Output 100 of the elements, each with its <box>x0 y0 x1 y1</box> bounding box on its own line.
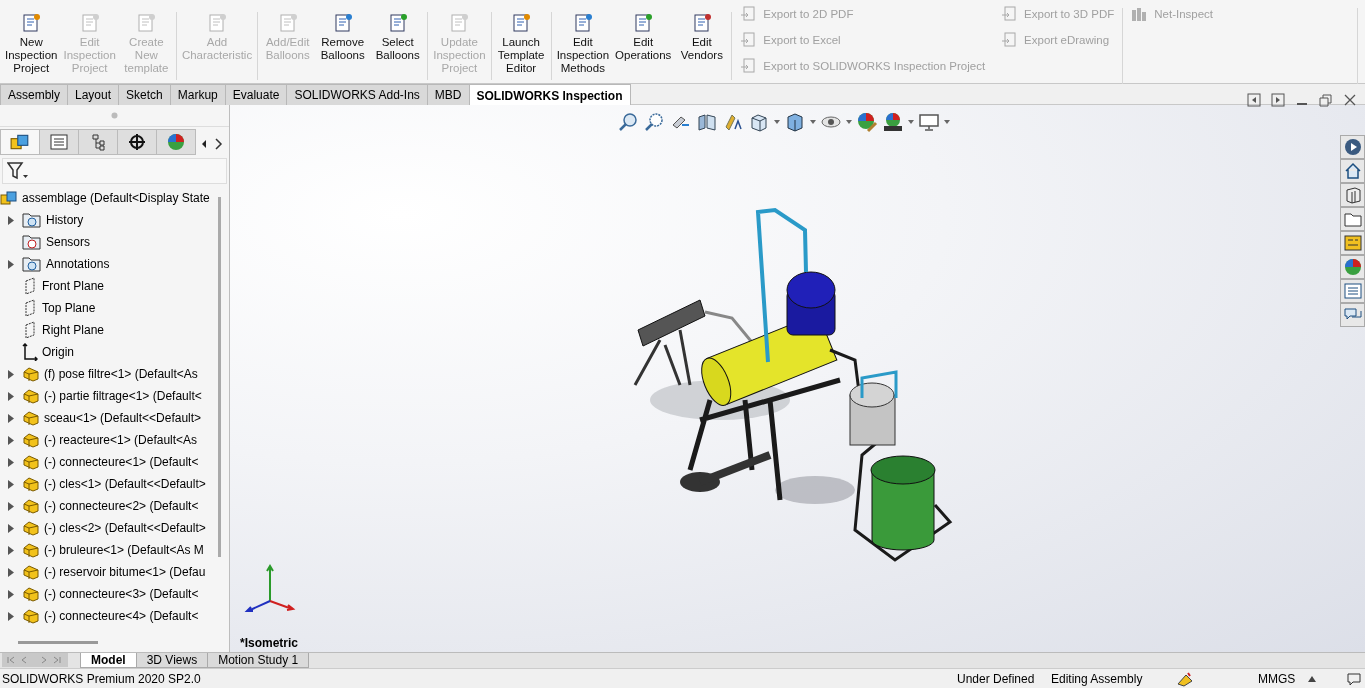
model-tab[interactable]: 3D Views <box>135 653 209 668</box>
list-icon <box>49 133 69 151</box>
manager-tab[interactable] <box>0 129 40 155</box>
caret-right-icon[interactable] <box>8 567 14 577</box>
tree-item[interactable]: (-) partie filtrage<1> (Default< <box>44 389 202 403</box>
view-palette-icon <box>1342 233 1363 253</box>
caret-right-icon[interactable] <box>8 391 14 401</box>
restore-icon[interactable] <box>1319 93 1333 107</box>
caret-right-icon[interactable] <box>8 523 14 533</box>
caret-right-icon[interactable] <box>8 479 14 489</box>
grip-icon[interactable] <box>111 112 118 119</box>
scrollbar-icon[interactable] <box>218 197 221 557</box>
caret-right-icon[interactable] <box>8 369 14 379</box>
ribbon-button[interactable]: Edit Operations <box>612 12 675 80</box>
ribbon-button[interactable]: Remove Balloons <box>315 12 371 80</box>
ribbon-button[interactable]: Launch Template Editor <box>493 12 549 80</box>
rebuild-icon[interactable] <box>1176 670 1194 687</box>
task-pane-button[interactable] <box>1340 303 1365 327</box>
plane-icon <box>22 277 38 295</box>
command-tab[interactable]: SOLIDWORKS Add-Ins <box>286 84 428 105</box>
caret-right-icon[interactable] <box>8 611 14 621</box>
model-tab[interactable]: Model <box>80 653 137 668</box>
component-icon <box>22 454 40 470</box>
caret-right-icon[interactable] <box>8 215 14 225</box>
caret-right-icon[interactable] <box>8 435 14 445</box>
task-pane-button[interactable] <box>1340 183 1365 207</box>
caret-right-icon[interactable] <box>8 413 14 423</box>
command-tab[interactable]: Layout <box>67 84 120 105</box>
dropdown-caret-icon[interactable] <box>774 120 780 124</box>
tree-item[interactable]: (-) cles<2> (Default<<Default> <box>44 521 206 535</box>
monitor-icon[interactable] <box>918 111 940 133</box>
tree-item[interactable]: (-) connecteure<3> (Default< <box>44 587 199 601</box>
command-tab[interactable]: Assembly <box>0 84 68 105</box>
tree-item[interactable]: (-) bruleure<1> (Default<As M <box>44 543 204 557</box>
tree-item[interactable]: Top Plane <box>42 301 96 315</box>
caret-right-icon[interactable] <box>8 545 14 555</box>
tree-item[interactable]: (-) connecteure<1> (Default< <box>44 455 199 469</box>
component-icon <box>22 476 40 492</box>
appearance-icon <box>166 133 186 151</box>
caret-right-icon[interactable] <box>8 501 14 511</box>
scrollbar-icon[interactable] <box>18 640 98 644</box>
units-text[interactable]: MMGS <box>1258 671 1300 686</box>
tree-item[interactable]: Origin <box>42 345 74 359</box>
ribbon-button[interactable]: Select Balloons <box>370 12 426 80</box>
command-tab[interactable]: Sketch <box>118 84 171 105</box>
dropdown-caret-icon[interactable] <box>908 120 914 124</box>
tree-item[interactable]: Annotations <box>46 257 110 271</box>
scene-icon[interactable] <box>882 111 904 133</box>
task-pane-button[interactable] <box>1340 159 1365 183</box>
tree-item[interactable]: (-) connecteure<4> (Default< <box>44 609 199 623</box>
command-tab[interactable]: SOLIDWORKS Inspection <box>468 84 631 106</box>
command-tab[interactable]: MBD <box>426 84 470 105</box>
command-tab[interactable]: Markup <box>169 84 226 105</box>
document-icon <box>135 12 158 34</box>
export-icon <box>740 32 757 48</box>
status-text: Under Defined <box>957 671 1036 686</box>
view-orientation-icon[interactable] <box>748 111 770 133</box>
dropdown-caret-icon[interactable] <box>810 120 816 124</box>
tile-left-icon[interactable] <box>1247 93 1261 107</box>
close-icon[interactable] <box>1343 93 1357 107</box>
gauge-folder-icon <box>22 234 42 250</box>
zoom-icon[interactable] <box>618 111 640 133</box>
tree-item[interactable]: (f) pose filtre<1> (Default<As <box>44 367 198 381</box>
tree-item[interactable]: Sensors <box>46 235 91 249</box>
tree-item[interactable]: (-) connecteure<2> (Default< <box>44 499 199 513</box>
export-icon <box>1001 32 1018 48</box>
model-tab[interactable]: Motion Study 1 <box>207 653 310 668</box>
tree-item[interactable]: (-) cles<1> (Default<<Default> <box>44 477 206 491</box>
zoom-area-icon[interactable] <box>644 111 666 133</box>
ribbon-button[interactable]: Edit Vendors <box>674 12 730 80</box>
tree-item[interactable]: History <box>46 213 84 227</box>
document-icon <box>20 12 43 34</box>
component-icon <box>22 498 40 514</box>
caret-right-icon[interactable] <box>8 457 14 467</box>
ribbon-button[interactable]: Edit Inspection Methods <box>553 12 613 80</box>
filter-icon[interactable] <box>7 162 29 180</box>
display-style-icon[interactable] <box>784 111 806 133</box>
task-pane-button[interactable] <box>1340 207 1365 231</box>
origin-icon <box>22 343 38 361</box>
tree-item[interactable]: sceau<1> (Default<<Default> <box>44 411 202 425</box>
manager-tab[interactable] <box>117 129 157 155</box>
caret-up-icon[interactable] <box>1308 675 1316 682</box>
tile-right-icon[interactable] <box>1271 93 1285 107</box>
tree-item[interactable]: (-) reservoir bitume<1> (Defau <box>44 565 206 579</box>
component-icon <box>22 366 40 382</box>
task-pane-button[interactable] <box>1340 231 1365 255</box>
tree-item[interactable]: Right Plane <box>42 323 105 337</box>
appearance-icon[interactable] <box>856 111 878 133</box>
task-pane-button[interactable] <box>1340 255 1365 279</box>
caret-right-icon[interactable] <box>8 259 14 269</box>
tree-item[interactable]: Front Plane <box>42 279 105 293</box>
ribbon-button[interactable]: New Inspection Project <box>2 12 61 80</box>
dropdown-caret-icon[interactable] <box>846 120 852 124</box>
tree-item[interactable]: (-) reacteure<1> (Default<As <box>44 433 198 447</box>
chat-icon[interactable] <box>1347 671 1363 686</box>
command-tab[interactable]: Evaluate <box>224 84 288 105</box>
dropdown-caret-icon[interactable] <box>944 120 950 124</box>
tree-item[interactable]: assemblage (Default<Display State <box>22 191 210 205</box>
caret-right-icon[interactable] <box>8 589 14 599</box>
annotation-folder-icon <box>22 256 42 272</box>
